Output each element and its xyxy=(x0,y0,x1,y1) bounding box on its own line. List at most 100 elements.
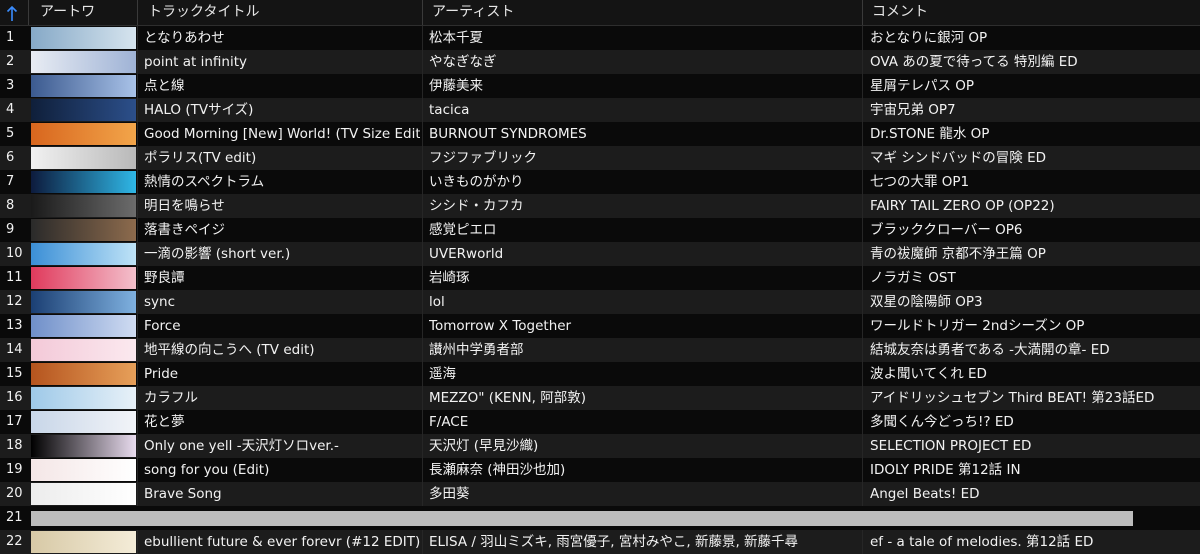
track-title: point at infinity xyxy=(144,54,247,70)
track-title: となりあわせ xyxy=(144,30,225,46)
track-title: 地平線の向こうへ (TV edit) xyxy=(144,342,315,358)
track-artist: シシド・カフカ xyxy=(429,198,524,214)
track-number: 12 xyxy=(6,294,23,309)
artwork-thumbnail xyxy=(31,51,136,73)
table-row[interactable]: 19 song for you (Edit) 長瀬麻奈 (神田沙也加) IDOLY P… xyxy=(0,458,1200,482)
table-row[interactable]: 15 Pride 遥海 波よ聞いてくれ ED xyxy=(0,362,1200,386)
track-artist: UVERworld xyxy=(429,246,504,262)
table-row[interactable]: 1 となりあわせ 松本千夏 おとなりに銀河 OP xyxy=(0,26,1200,50)
track-number: 16 xyxy=(6,390,23,405)
track-number: 18 xyxy=(6,438,23,453)
table-row[interactable]: 11 野良譚 岩崎琢 ノラガミ OST xyxy=(0,266,1200,290)
track-number: 4 xyxy=(6,102,15,117)
sort-ascending-icon[interactable] xyxy=(6,4,18,22)
artwork-thumbnail xyxy=(31,267,136,289)
track-number: 9 xyxy=(6,222,15,237)
track-artist: 岩崎琢 xyxy=(429,270,470,286)
track-comment: Angel Beats! ED xyxy=(870,486,980,502)
track-title: 熱情のスペクトラム xyxy=(144,174,265,190)
column-header-comment[interactable]: コメント xyxy=(872,0,928,25)
column-header-artist[interactable]: アーティスト xyxy=(432,0,514,25)
track-number: 20 xyxy=(6,486,23,501)
track-artist: tacica xyxy=(429,102,470,118)
artwork-thumbnail xyxy=(31,147,136,169)
track-artist: 松本千夏 xyxy=(429,30,483,46)
artwork-thumbnail xyxy=(31,459,136,481)
table-row[interactable]: 8 明日を鳴らせ シシド・カフカ FAIRY TAIL ZERO OP (OP22) xyxy=(0,194,1200,218)
table-row[interactable]: 17 花と夢 F/ACE 多聞くん今どっち!? ED xyxy=(0,410,1200,434)
artwork-thumbnail xyxy=(31,363,136,385)
track-comment: マギ シンドバッドの冒険 ED xyxy=(870,150,1047,166)
track-title: Brave Song xyxy=(144,486,222,502)
table-row[interactable]: 6 ポラリス(TV edit) フジファブリック マギ シンドバッドの冒険 ED xyxy=(0,146,1200,170)
table-row[interactable]: 12 sync lol 双星の陰陽師 OP3 xyxy=(0,290,1200,314)
track-artist: フジファブリック xyxy=(429,150,537,166)
track-comment: 波よ聞いてくれ ED xyxy=(870,366,987,382)
table-row[interactable]: 9 落書きペイジ 感覚ピエロ ブラッククローバー OP6 xyxy=(0,218,1200,242)
track-comment: 宇宙兄弟 OP7 xyxy=(870,102,956,118)
track-number: 13 xyxy=(6,318,23,333)
table-row[interactable]: 7 熱情のスペクトラム いきものがかり 七つの大罪 OP1 xyxy=(0,170,1200,194)
track-number: 7 xyxy=(6,174,15,189)
track-number: 2 xyxy=(6,54,15,69)
table-row[interactable]: 18 Only one yell -天沢灯ソロver.- 天沢灯 (早見沙織) SEL… xyxy=(0,434,1200,458)
table-row[interactable]: 16 カラフル MEZZO" (KENN, 阿部敦) アイドリッシュセブン Third… xyxy=(0,386,1200,410)
track-number: 19 xyxy=(6,462,23,477)
table-row[interactable]: 21 xyxy=(0,506,1200,530)
track-artist: F/ACE xyxy=(429,414,469,430)
table-row[interactable]: 22 ebullient future & ever forevr (#12 ED… xyxy=(0,530,1200,554)
artwork-thumbnail xyxy=(31,435,136,457)
table-row[interactable]: 10 一滴の影響 (short ver.) UVERworld 青の祓魔師 京都不浄王… xyxy=(0,242,1200,266)
table-row[interactable]: 2 point at infinity やなぎなぎ OVA あの夏で待ってる 特別編 … xyxy=(0,50,1200,74)
track-number: 10 xyxy=(6,246,23,261)
track-comment: 青の祓魔師 京都不浄王篇 OP xyxy=(870,246,1046,262)
track-comment: 多聞くん今どっち!? ED xyxy=(870,414,1014,430)
horizontal-scrollbar[interactable] xyxy=(31,511,1133,526)
track-artist: 遥海 xyxy=(429,366,456,382)
track-number: 5 xyxy=(6,126,15,141)
track-comment: 結城友奈は勇者である -大満開の章- ED xyxy=(870,342,1110,358)
track-number: 21 xyxy=(6,510,23,525)
track-title: ebullient future & ever forevr (#12 EDIT… xyxy=(144,534,420,550)
table-row[interactable]: 5 Good Morning [New] World! (TV Size Edit… xyxy=(0,122,1200,146)
column-header-artwork[interactable]: アートワ xyxy=(40,0,95,25)
track-comment: おとなりに銀河 OP xyxy=(870,30,988,46)
track-title: Good Morning [New] World! (TV Size Edit) xyxy=(144,126,420,142)
artwork-thumbnail xyxy=(31,75,136,97)
track-comment: Dr.STONE 龍水 OP xyxy=(870,126,990,142)
track-comment: IDOLY PRIDE 第12話 IN xyxy=(870,462,1021,478)
artwork-thumbnail xyxy=(31,411,136,433)
track-title: Only one yell -天沢灯ソロver.- xyxy=(144,438,339,454)
table-row[interactable]: 13 Force Tomorrow X Together ワールドトリガー 2ndシー… xyxy=(0,314,1200,338)
track-comment: SELECTION PROJECT ED xyxy=(870,438,1032,454)
table-row[interactable]: 4 HALO (TVサイズ) tacica 宇宙兄弟 OP7 xyxy=(0,98,1200,122)
artwork-thumbnail xyxy=(31,99,136,121)
artwork-thumbnail xyxy=(31,387,136,409)
track-comment: ノラガミ OST xyxy=(870,270,956,286)
track-title: song for you (Edit) xyxy=(144,462,270,478)
track-title: 花と夢 xyxy=(144,414,185,430)
track-comment: 星屑テレパス OP xyxy=(870,78,975,94)
track-artist: 伊藤美来 xyxy=(429,78,483,94)
track-title: Pride xyxy=(144,366,179,382)
track-number: 1 xyxy=(6,30,15,45)
column-header-track-title[interactable]: トラックタイトル xyxy=(148,0,259,25)
track-title: 野良譚 xyxy=(144,270,185,286)
track-number: 6 xyxy=(6,150,15,165)
track-artist: 多田葵 xyxy=(429,486,470,502)
track-artist: 讃州中学勇者部 xyxy=(429,342,524,358)
track-title: 落書きペイジ xyxy=(144,222,225,238)
track-artist: ELISA / 羽山ミズキ, 雨宮優子, 宮村みやこ, 新藤景, 新藤千尋 xyxy=(429,534,799,550)
artwork-thumbnail xyxy=(31,291,136,313)
track-title: Force xyxy=(144,318,181,334)
track-artist: やなぎなぎ xyxy=(429,54,497,70)
track-comment: ワールドトリガー 2ndシーズン OP xyxy=(870,318,1085,334)
table-row[interactable]: 3 点と線 伊藤美来 星屑テレパス OP xyxy=(0,74,1200,98)
table-row[interactable]: 14 地平線の向こうへ (TV edit) 讃州中学勇者部 結城友奈は勇者である -大… xyxy=(0,338,1200,362)
artwork-thumbnail xyxy=(31,531,136,553)
table-row[interactable]: 20 Brave Song 多田葵 Angel Beats! ED xyxy=(0,482,1200,506)
artwork-thumbnail xyxy=(31,27,136,49)
artwork-thumbnail xyxy=(31,339,136,361)
artwork-thumbnail xyxy=(31,243,136,265)
artwork-thumbnail xyxy=(31,123,136,145)
